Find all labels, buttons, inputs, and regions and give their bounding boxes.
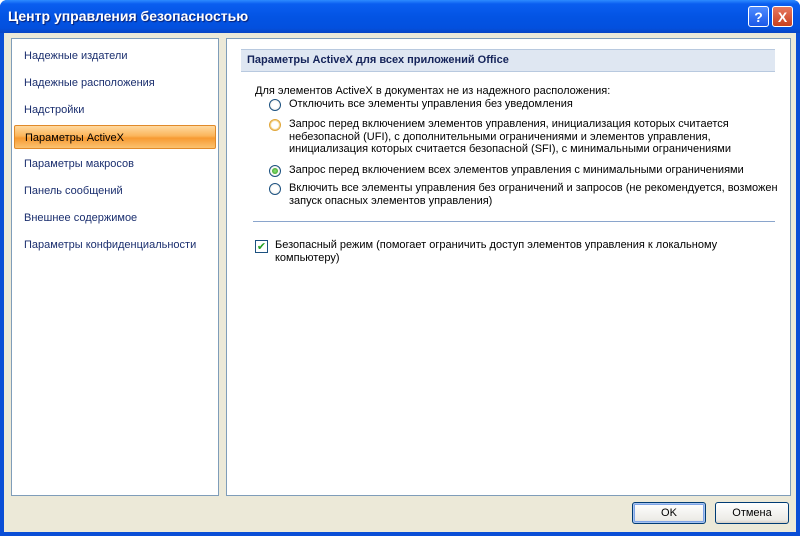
sidebar-item-activex-settings[interactable]: Параметры ActiveX <box>14 125 216 149</box>
safe-mode-checkbox[interactable]: ✔ <box>255 240 268 253</box>
sidebar-item-trusted-publishers[interactable]: Надежные издатели <box>14 44 216 68</box>
title-bar[interactable]: Центр управления безопасностью ? X <box>0 0 800 33</box>
close-button[interactable]: X <box>772 6 793 27</box>
radio-button[interactable] <box>269 119 281 131</box>
option-label: Запрос перед включением элементов управл… <box>289 118 731 155</box>
sidebar-item-privacy-options[interactable]: Параметры конфиденциальности <box>14 233 216 257</box>
radio-button[interactable] <box>269 99 281 111</box>
settings-panel: Параметры ActiveX для всех приложений Of… <box>226 38 791 496</box>
option-label: Отключить все элементы управления без ув… <box>289 98 573 110</box>
intro-text: Для элементов ActiveX в документах не из… <box>255 85 611 97</box>
window-title: Центр управления безопасностью <box>8 8 249 24</box>
sidebar-item-trusted-locations[interactable]: Надежные расположения <box>14 71 216 95</box>
sidebar-item-add-ins[interactable]: Надстройки <box>14 98 216 122</box>
option-label: Запрос перед включением всех элементов у… <box>289 164 744 176</box>
sidebar-item-external-content[interactable]: Внешнее содержимое <box>14 206 216 230</box>
sidebar-item-macro-settings[interactable]: Параметры макросов <box>14 152 216 176</box>
sidebar-item-message-bar[interactable]: Панель сообщений <box>14 179 216 203</box>
dialog-body: Надежные издатели Надежные расположения … <box>4 33 796 532</box>
help-icon: ? <box>754 8 763 25</box>
radio-button[interactable] <box>269 165 281 177</box>
trust-center-window: Центр управления безопасностью ? X Надеж… <box>0 0 800 536</box>
section-title: Параметры ActiveX для всех приложений Of… <box>241 49 775 72</box>
ok-button[interactable]: OK <box>632 502 706 524</box>
sidebar: Надежные издатели Надежные расположения … <box>11 38 219 496</box>
close-icon: X <box>777 8 788 25</box>
option-label: Включить все элементы управления без огр… <box>289 182 778 207</box>
cancel-button[interactable]: Отмена <box>715 502 789 524</box>
safe-mode-label: Безопасный режим (помогает ограничить до… <box>275 239 718 264</box>
help-button[interactable]: ? <box>748 6 769 27</box>
divider <box>253 221 775 222</box>
radio-button[interactable] <box>269 183 281 195</box>
